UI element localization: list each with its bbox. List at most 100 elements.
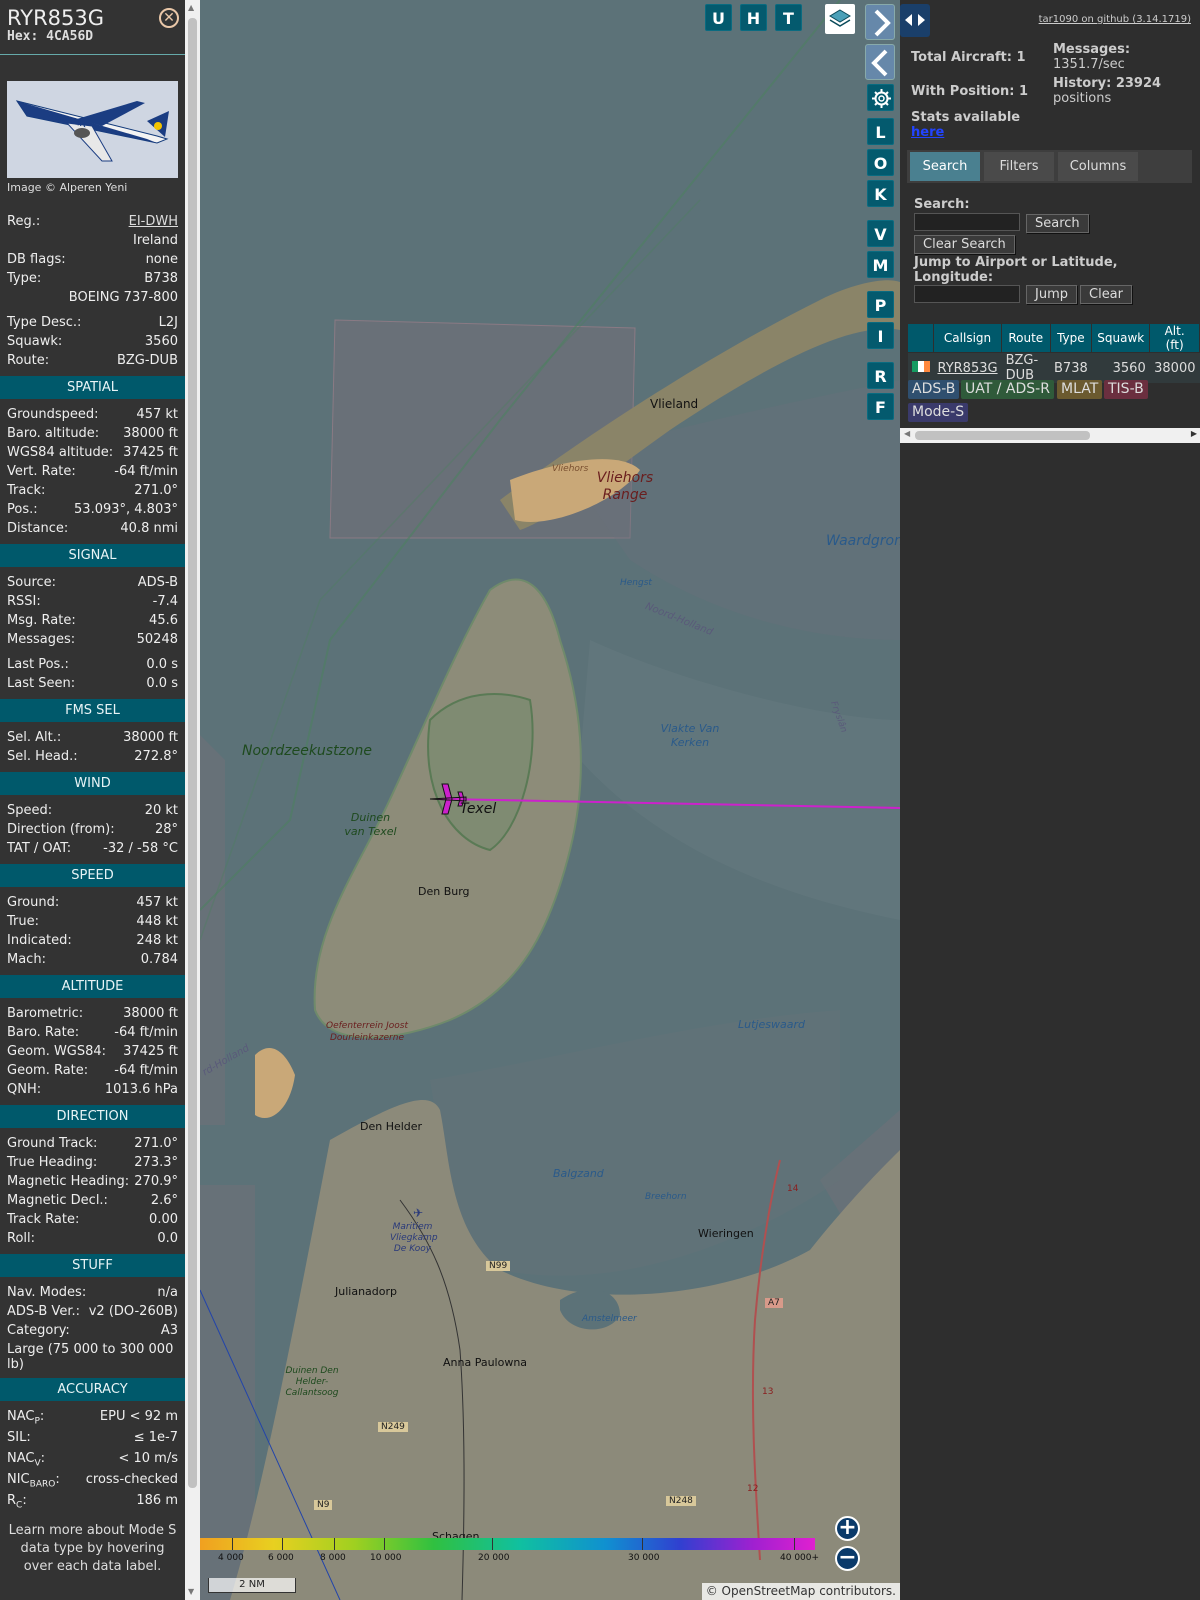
button-u[interactable]: U [705, 4, 732, 31]
panel-tabs: Search Filters Columns [907, 150, 1192, 183]
button-p[interactable]: P [867, 291, 894, 318]
table-horizontal-scrollbar[interactable]: ◀ ▶ [900, 428, 1200, 443]
altitude-value: -64 ft/min [114, 1025, 178, 1040]
wind-row: Speed: 20 kt [0, 801, 185, 820]
tab-filters[interactable]: Filters [984, 152, 1054, 181]
expand-right-button[interactable] [865, 4, 895, 40]
badge-modes[interactable]: Mode-S [908, 403, 969, 422]
scroll-up-icon[interactable]: ▲ [188, 3, 194, 12]
altitude-tick-label: 40 000+ [780, 1553, 820, 1563]
spatial-label: Distance: [7, 521, 69, 536]
scroll-down-icon[interactable]: ▼ [188, 1587, 194, 1596]
row-alt: 38000 [1149, 352, 1200, 383]
altitude-label: Barometric: [7, 1006, 84, 1021]
toggle-panel-button[interactable] [900, 4, 930, 37]
speed-label: Indicated: [7, 933, 72, 948]
col-route[interactable]: Route [1001, 323, 1051, 353]
settings-button[interactable] [867, 84, 894, 111]
button-f[interactable]: F [867, 393, 894, 420]
button-v[interactable]: V [867, 220, 894, 247]
altitude-value: -64 ft/min [114, 1063, 178, 1078]
altitude-tick [794, 1538, 795, 1550]
button-t[interactable]: T [775, 4, 802, 31]
label-amstelmeer: Amstelmeer [582, 1314, 637, 1324]
label-texel: Texel [460, 801, 497, 817]
altitude-tick [642, 1538, 643, 1550]
close-icon[interactable]: ✕ [159, 8, 179, 28]
layers-button[interactable] [825, 4, 855, 34]
aircraft-table: Callsign Route Type Squawk Alt. (ft) RYR… [907, 323, 1200, 383]
collapse-left-button[interactable] [865, 44, 895, 80]
table-row[interactable]: RYR853G BZG-DUB B738 3560 38000 [907, 352, 1200, 383]
zoom-in-button[interactable]: + [835, 1516, 860, 1541]
direction-value: 270.9° [134, 1174, 178, 1189]
stuff-label: Category: [7, 1323, 70, 1338]
search-label: Search: [914, 197, 970, 212]
badge-mlat[interactable]: MLAT [1057, 380, 1103, 399]
button-i[interactable]: I [867, 322, 894, 349]
row-type: B738 [1050, 352, 1092, 383]
direction-row: Roll: 0.0 [0, 1229, 185, 1248]
button-o[interactable]: O [867, 149, 894, 176]
fms-label: Sel. Alt.: [7, 730, 62, 745]
col-squawk[interactable]: Squawk [1091, 323, 1151, 353]
accuracy-label: SIL: [7, 1430, 31, 1445]
search-input[interactable] [914, 213, 1020, 231]
col-callsign[interactable]: Callsign [932, 323, 1003, 353]
dbflags-row: DB flags: none [0, 250, 185, 269]
direction-label: Track Rate: [7, 1212, 80, 1227]
squawk-row: Squawk: 3560 [0, 332, 185, 351]
label-den-burg: Den Burg [418, 885, 470, 898]
badge-uat[interactable]: UAT / ADS-R [961, 380, 1054, 399]
label-wieringen: Wieringen [698, 1227, 754, 1240]
altitude-tick-label: 8 000 [320, 1553, 346, 1563]
map-view[interactable]: Vlieland Vliehors Vliehors Range Waardgr… [200, 0, 900, 1600]
jump-input[interactable] [914, 285, 1020, 303]
col-alt[interactable]: Alt. (ft) [1149, 323, 1200, 353]
signal-row: RSSI: -7.4 [0, 592, 185, 611]
road-n249: N249 [378, 1422, 408, 1432]
h-scrollbar-thumb[interactable] [915, 431, 1090, 440]
button-m[interactable]: M [867, 251, 894, 278]
badge-adsb[interactable]: ADS-B [908, 380, 960, 399]
row-callsign[interactable]: RYR853G [933, 352, 1002, 383]
altitude-label: Baro. Rate: [7, 1025, 80, 1040]
map-attribution[interactable]: © OpenStreetMap contributors. [701, 1583, 900, 1600]
speed-row: Mach: 0.784 [0, 950, 185, 969]
tab-columns[interactable]: Columns [1058, 152, 1138, 181]
signal-label: RSSI: [7, 594, 41, 609]
spatial-label: WGS84 altitude: [7, 445, 114, 460]
button-l[interactable]: L [867, 118, 894, 145]
direction-row: Track Rate: 0.00 [0, 1210, 185, 1229]
button-r[interactable]: R [867, 362, 894, 389]
reg-link[interactable]: EI-DWH [129, 212, 178, 231]
button-k[interactable]: K [867, 180, 894, 207]
signal-row: Last Seen: 0.0 s [0, 674, 185, 693]
stats-here-link[interactable]: here [911, 125, 944, 140]
label-vliehors: Vliehors [552, 464, 589, 474]
accuracy-label: RC: [7, 1493, 27, 1511]
wind-label: TAT / OAT: [7, 841, 72, 856]
row-route: BZG-DUB [1001, 352, 1051, 383]
spatial-value: 38000 ft [123, 426, 178, 441]
sidebar-scrollbar[interactable]: ▲ ▼ [185, 0, 200, 1600]
badge-tisb[interactable]: TIS-B [1104, 380, 1148, 399]
github-link[interactable]: tar1090 on github (3.14.1719) [1039, 14, 1191, 25]
jump-button[interactable]: Jump [1026, 285, 1077, 304]
zoom-out-button[interactable]: − [835, 1546, 860, 1571]
label-hengst: Hengst [620, 578, 652, 588]
scrollbar-thumb[interactable] [188, 18, 197, 1488]
scroll-left-icon[interactable]: ◀ [904, 429, 910, 438]
spatial-label: Baro. altitude: [7, 426, 100, 441]
button-h[interactable]: H [740, 4, 767, 31]
search-button[interactable]: Search [1026, 214, 1089, 233]
col-type[interactable]: Type [1049, 323, 1093, 353]
aircraft-photo[interactable]: RYANAIR [7, 81, 178, 178]
clear-search-button[interactable]: Clear Search [914, 235, 1015, 254]
direction-value: 273.3° [134, 1155, 178, 1170]
clear-jump-button[interactable]: Clear [1080, 285, 1132, 304]
scroll-right-icon[interactable]: ▶ [1191, 429, 1197, 438]
col-flag[interactable] [907, 323, 934, 353]
tab-search[interactable]: Search [910, 152, 980, 181]
speed-value: 0.784 [140, 952, 178, 967]
